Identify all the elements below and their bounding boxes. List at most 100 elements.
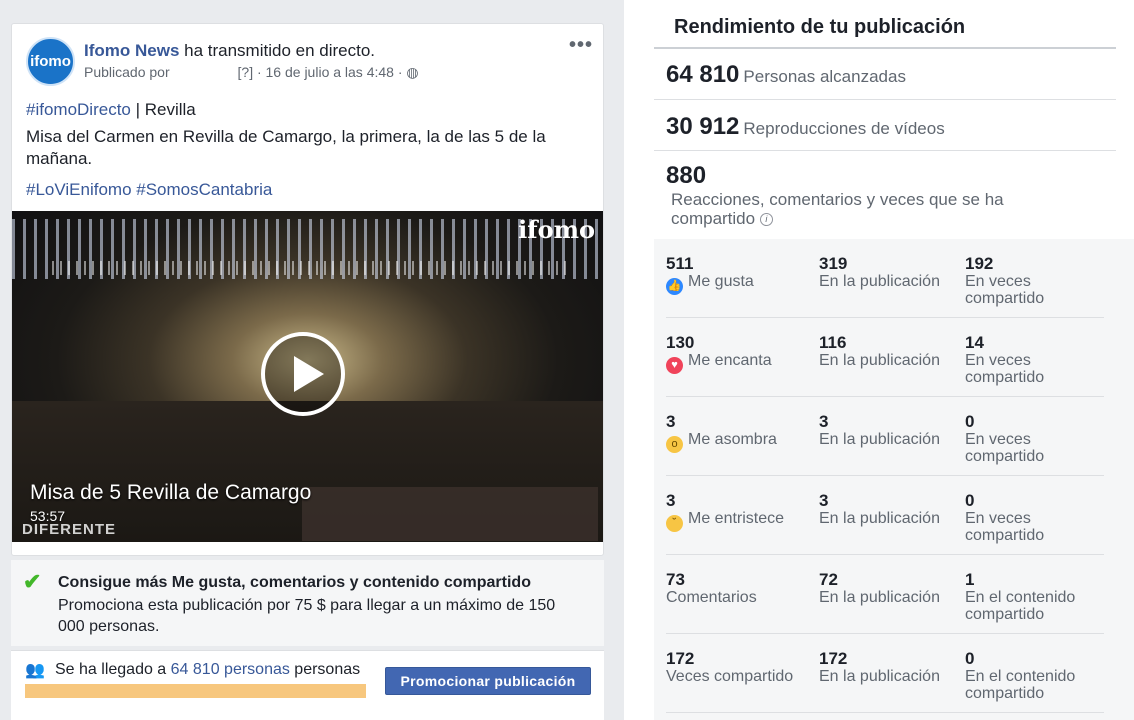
total-value: 511 xyxy=(666,254,694,273)
shared-value: 14 xyxy=(965,333,984,352)
divider xyxy=(654,99,1116,100)
shared-value: 0 xyxy=(965,491,975,510)
views-label: Reproducciones de vídeos xyxy=(743,119,945,138)
reach-progress-bar xyxy=(25,684,366,698)
row-post: 172 En la publicación xyxy=(819,650,964,686)
post-value: 319 xyxy=(819,254,848,273)
row-shared: 0 En el contenido compartido xyxy=(965,649,1105,703)
post-label: En la publicación xyxy=(819,431,940,448)
shared-label: En el contenido compartido xyxy=(965,668,1076,702)
video-player[interactable]: ifomo Misa de 5 Revilla de Camargo 53:57… xyxy=(12,211,603,542)
post-label: En la publicación xyxy=(819,589,940,606)
hashtag-link[interactable]: #ifomoDirecto xyxy=(26,100,131,119)
total-value: 3 xyxy=(666,491,676,510)
stat-reached: 64 810 Personas alcanzadas xyxy=(666,61,906,89)
row-shared: 0 En veces compartido xyxy=(965,491,1105,545)
globe-icon: ◍ xyxy=(406,64,419,80)
reached-value: 64 810 xyxy=(666,61,740,88)
engagement-label: Reacciones, comentarios y veces que se h… xyxy=(671,190,1004,228)
breakdown-row-wow: 3 o Me asombra 3 En la publicación 0 En vece… xyxy=(654,397,1104,476)
reach-suffix: personas xyxy=(289,661,361,678)
boost-post-button[interactable]: Promocionar publicación xyxy=(385,667,591,695)
promo-title: Consigue más Me gusta, comentarios y con… xyxy=(58,574,531,591)
video-scene-lights xyxy=(52,261,572,275)
post-value: 3 xyxy=(819,412,829,431)
post-line1-text: | Revilla xyxy=(130,100,196,119)
panel-title: Rendimiento de tu publicación xyxy=(674,16,966,38)
post-header: Ifomo News ha transmitido en directo. xyxy=(84,41,375,61)
row-total: 130 ♥ Me encanta xyxy=(666,334,816,374)
play-icon[interactable] xyxy=(261,332,345,416)
post-date[interactable]: [?] · 16 de julio a las 4:48 · xyxy=(238,64,403,80)
row-post: 3 En la publicación xyxy=(819,492,964,528)
post-value: 116 xyxy=(819,333,847,352)
promo-description: Promociona esta publicación por 75 $ par… xyxy=(58,597,556,635)
breakdown-row-comments: 73 Comentarios 72 En la publicación 1 En el… xyxy=(654,555,1104,634)
post-value: 72 xyxy=(819,570,838,589)
total-value: 172 xyxy=(666,649,695,668)
post-line1: #ifomoDirecto | Revilla xyxy=(26,99,196,121)
page-avatar[interactable]: ifomo xyxy=(26,37,75,86)
breakdown-row-like: 511 👍 Me gusta 319 En la publicación 192 En … xyxy=(654,239,1104,318)
row-shared: 14 En veces compartido xyxy=(965,333,1105,387)
like-icon: 👍 xyxy=(666,278,683,295)
shared-value: 0 xyxy=(965,649,975,668)
published-by: Publicado por xyxy=(84,64,170,80)
row-label: Me encanta xyxy=(688,352,772,369)
video-title: Misa de 5 Revilla de Camargo xyxy=(30,481,312,504)
post-label: En la publicación xyxy=(819,510,940,527)
row-total: 172 Veces compartido xyxy=(666,649,816,686)
row-post: 116 En la publicación xyxy=(819,333,964,370)
performance-panel: Rendimiento de tu publicación 64 810 Pers… xyxy=(624,0,1134,720)
check-icon: ✔ xyxy=(23,569,42,594)
post-label: En la publicación xyxy=(819,273,940,290)
row-label: Me entristece xyxy=(688,510,785,527)
wow-icon: o xyxy=(666,436,683,453)
shared-value: 0 xyxy=(965,412,975,431)
stat-views: 30 912 Reproducciones de vídeos xyxy=(666,113,945,141)
video-ad-banner xyxy=(302,487,598,541)
video-logo: ifomo xyxy=(518,215,595,244)
row-total: 3 ˘ Me entristece xyxy=(666,492,816,532)
total-value: 73 xyxy=(666,570,685,589)
promotion-box: ✔ Consigue más Me gusta, comentarios y c… xyxy=(11,560,604,646)
reach-bar: 👥 Se ha llegado a 64 810 personas person… xyxy=(11,650,604,720)
breakdown-row-sad: 3 ˘ Me entristece 3 En la publicación 0 En v… xyxy=(654,476,1104,555)
shared-label: En veces compartido xyxy=(965,510,1045,544)
love-icon: ♥ xyxy=(666,357,683,374)
views-value: 30 912 xyxy=(666,113,740,140)
post-label: En la publicación xyxy=(819,668,940,685)
people-icon: 👥 xyxy=(25,662,45,679)
row-total: 73 Comentarios xyxy=(666,570,816,607)
row-shared: 1 En el contenido compartido xyxy=(965,571,1105,624)
breakdown-row-love: 130 ♥ Me encanta 116 En la publicación 14 En… xyxy=(654,318,1104,397)
reached-label: Personas alcanzadas xyxy=(743,67,906,86)
shared-value: 192 xyxy=(965,254,994,273)
post-body: Misa del Carmen en Revilla de Camargo, l… xyxy=(26,127,546,168)
row-total: 511 👍 Me gusta xyxy=(666,255,816,295)
breakdown-row-shares: 172 Veces compartido 172 En la publicación… xyxy=(654,634,1104,713)
stat-engagement: 880 xyxy=(666,162,706,190)
shared-label: En veces compartido xyxy=(965,273,1045,307)
reach-text: Se ha llegado a 64 810 personas personas xyxy=(55,661,360,679)
shared-label: En veces compartido xyxy=(965,431,1045,465)
shared-label: En veces compartido xyxy=(965,352,1045,386)
total-value: 130 xyxy=(666,333,695,352)
row-post: 3 En la publicación xyxy=(819,412,964,449)
row-post: 72 En la publicación xyxy=(819,570,964,607)
info-icon[interactable]: i xyxy=(759,213,773,226)
row-total: 3 o Me asombra xyxy=(666,413,816,453)
engagement-label-wrap: Reacciones, comentarios y veces que se h… xyxy=(671,190,1051,228)
video-brand: DIFERENTE xyxy=(22,521,117,538)
post-action: ha transmitido en directo. xyxy=(179,41,376,60)
row-post: 319 En la publicación xyxy=(819,254,964,291)
row-label: Me gusta xyxy=(688,273,754,290)
post-hashtags[interactable]: #LoViEnifomo #SomosCantabria xyxy=(26,179,272,201)
engagement-value: 880 xyxy=(666,162,707,189)
post-meta: Publicado por [?] · 16 de julio a las 4:… xyxy=(84,64,419,81)
more-options-icon[interactable]: ••• xyxy=(569,34,593,57)
reach-count-link[interactable]: 64 810 personas xyxy=(171,661,290,678)
reactions-breakdown: 511 👍 Me gusta 319 En la publicación 192 En … xyxy=(654,239,1134,720)
row-label: Comentarios xyxy=(666,589,757,606)
page-name-link[interactable]: Ifomo News xyxy=(84,41,179,60)
